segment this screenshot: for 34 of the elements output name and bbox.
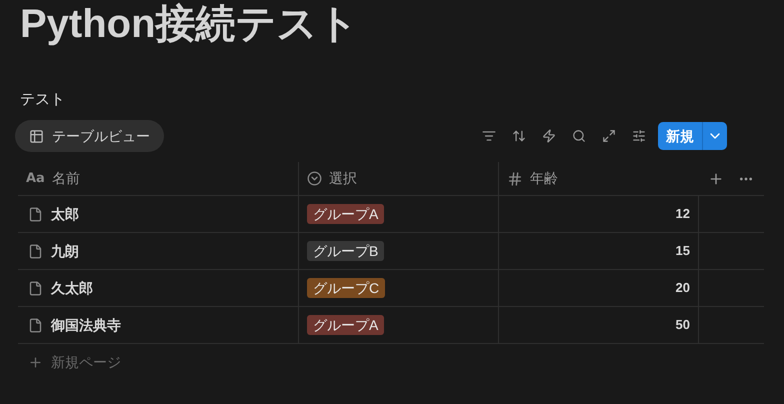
select-tag: グループC — [307, 278, 386, 298]
page-icon — [28, 318, 43, 332]
text-type-icon: Aa — [26, 168, 45, 188]
settings-icon[interactable] — [632, 129, 646, 143]
number-type-icon — [507, 170, 523, 186]
page-icon — [28, 280, 43, 296]
page-icon — [28, 206, 43, 222]
plus-icon — [28, 354, 43, 370]
select-type-icon — [307, 171, 322, 186]
age-cell-text: 50 — [676, 316, 690, 334]
name-cell[interactable]: 久太郎 — [51, 278, 93, 298]
add-column-icon[interactable] — [708, 170, 724, 186]
select-tag: グループA — [307, 204, 384, 224]
view-tab[interactable]: テーブルビュー — [15, 120, 164, 152]
column-header: 名前 — [52, 169, 80, 188]
search-icon[interactable] — [572, 129, 586, 143]
database-title: テスト — [20, 91, 65, 108]
lightning-icon[interactable] — [542, 129, 556, 143]
column-header: 年齢 — [530, 169, 558, 188]
page-title: Python接続テスト — [20, 4, 359, 44]
age-cell-text: 12 — [676, 205, 690, 224]
column-header: 選択 — [329, 169, 357, 188]
name-cell[interactable]: 御国法典寺 — [51, 314, 121, 336]
age-cell-text: 20 — [676, 279, 690, 298]
select-tag: グループB — [307, 241, 384, 261]
filter-icon[interactable] — [482, 129, 496, 143]
expand-icon[interactable] — [602, 129, 616, 143]
name-cell[interactable]: 九朗 — [51, 240, 79, 262]
page-icon — [28, 244, 43, 258]
table-icon — [29, 128, 44, 144]
sort-icon[interactable] — [512, 129, 526, 143]
age-cell-text: 15 — [676, 242, 690, 260]
select-tag: グループA — [307, 315, 384, 335]
name-cell[interactable]: 太郎 — [51, 204, 79, 224]
